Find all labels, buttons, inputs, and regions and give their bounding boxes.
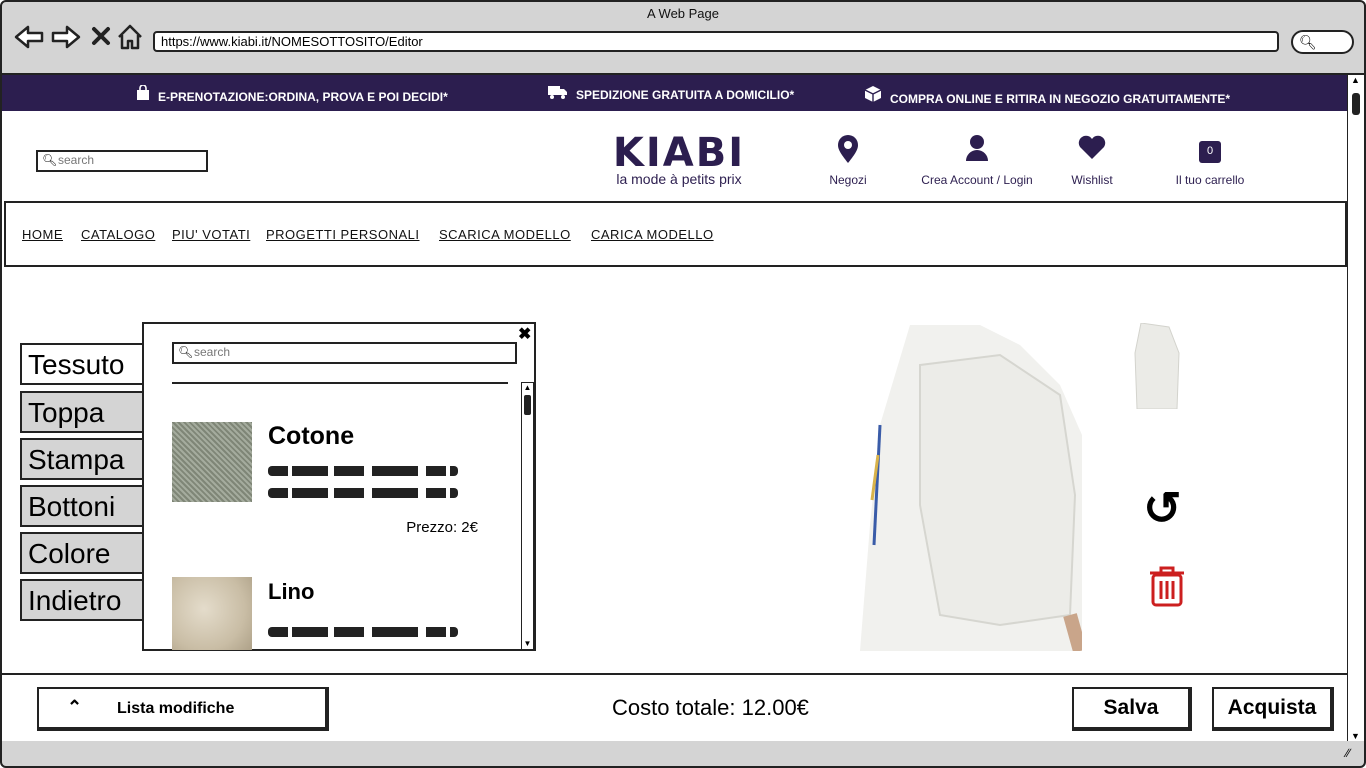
tab-toppa[interactable]: Toppa [20,391,148,433]
menu-carica-modello[interactable]: CARICA MODELLO [591,227,714,242]
fabric-name: Cotone [268,422,355,450]
tab-tessuto[interactable]: Tessuto [20,343,148,385]
cotone-swatch-image [172,422,252,502]
user-icon [966,135,988,161]
garment-thumbnail[interactable] [1133,323,1181,409]
menu-piu-votati[interactable]: PIU' VOTATI [172,227,250,242]
search-placeholder: search [58,153,95,167]
tab-colore[interactable]: Colore [20,532,148,574]
home-icon[interactable] [116,23,144,51]
search-icon: 🔍︎ [1299,34,1317,50]
cart-count: 0 [1206,145,1214,157]
heart-icon [1078,135,1106,159]
menu-progetti-personali[interactable]: PROGETTI PERSONALI [266,227,419,242]
fabric-panel: ✖ 🔍︎ search Cotone Prezzo: 2€ Lino ▲ ▼ [142,322,536,651]
scroll-thumb[interactable] [1352,93,1360,115]
truck-icon [548,86,567,99]
package-icon [864,86,882,102]
promo-text: E-PRENOTAZIONE:ORDINA, PROVA E POI DECID… [158,90,448,104]
promo-bar: E-PRENOTAZIONE:ORDINA, PROVA E POI DECID… [2,75,1347,111]
lino-swatch-image [172,577,252,650]
forward-arrow-icon[interactable] [51,24,81,50]
fabric-item-cotone[interactable]: Cotone Prezzo: 2€ [172,422,502,552]
window-title: A Web Page [646,6,720,21]
main-menu: HOME CATALOGO PIU' VOTATI PROGETTI PERSO… [4,201,1347,267]
promo-item-prenotazione[interactable]: E-PRENOTAZIONE:ORDINA, PROVA E POI DECID… [136,85,448,104]
chevron-up-icon: ⌃ [67,697,83,717]
promo-text: COMPRA ONLINE E RITIRA IN NEGOZIO GRATUI… [890,92,1230,106]
cart-icon-wrap: 0 [1164,133,1256,173]
tab-bottoni[interactable]: Bottoni [20,485,148,527]
fabric-name: Lino [268,579,315,604]
scroll-up-icon[interactable]: ▲ [1351,75,1360,85]
header-account[interactable]: Crea Account / Login [912,133,1042,187]
promo-item-ritira[interactable]: COMPRA ONLINE E RITIRA IN NEGOZIO GRATUI… [864,85,1230,106]
menu-catalogo[interactable]: CATALOGO [81,227,155,242]
close-icon[interactable]: ✖ [518,324,531,344]
scroll-up-icon[interactable]: ▲ [522,383,533,393]
description-scribble [268,488,458,498]
promo-text: SPEDIZIONE GRATUITA A DOMICILIO* [576,88,795,102]
page-viewport: E-PRENOTAZIONE:ORDINA, PROVA E POI DECID… [2,73,1347,741]
save-button[interactable]: Salva [1072,687,1192,731]
scroll-down-icon[interactable]: ▼ [1351,731,1360,741]
cart-icon: 0 [1199,141,1221,163]
description-scribble [268,466,458,476]
fabric-list: Cotone Prezzo: 2€ Lino [144,384,520,650]
menu-scarica-modello[interactable]: SCARICA MODELLO [439,227,571,242]
fabric-list-scrollbar[interactable]: ▲ ▼ [521,382,534,650]
header-wishlist[interactable]: Wishlist [1060,133,1124,187]
search-placeholder: search [194,345,231,359]
back-arrow-icon[interactable] [14,24,44,50]
browser-search-box[interactable]: 🔍︎ [1291,30,1354,54]
url-bar[interactable]: https://www.kiabi.it/NOMESOTTOSITO/Edito… [153,31,1279,52]
header-label: Wishlist [1071,173,1113,187]
fabric-search-input[interactable]: 🔍︎ search [172,342,517,364]
changes-list-button[interactable]: ⌃ Lista modifiche [37,687,329,731]
header-label: Crea Account / Login [921,173,1033,187]
promo-item-spedizione[interactable]: SPEDIZIONE GRATUITA A DOMICILIO* [548,85,794,102]
header-label: Il tuo carrello [1175,173,1245,187]
header-label: Negozi [829,173,867,187]
buy-button[interactable]: Acquista [1212,687,1334,731]
changes-list-label: Lista modifiche [117,700,235,717]
search-icon: 🔍︎ [178,345,194,359]
search-icon: 🔍︎ [42,153,58,167]
map-pin-icon [838,135,858,163]
trash-icon[interactable] [1149,565,1185,607]
tab-indietro[interactable]: Indietro [20,579,148,621]
resize-grip-icon[interactable]: ∕∕ [1346,746,1350,760]
close-x-icon[interactable] [91,26,111,46]
logo-word: KIABI [612,130,746,176]
tab-stampa[interactable]: Stampa [20,438,148,480]
header-negozi[interactable]: Negozi [818,133,878,187]
bottom-bar: ⌃ Lista modifiche Costo totale: 12.00€ S… [2,673,1347,741]
scroll-thumb[interactable] [524,395,531,415]
undo-icon[interactable]: ↺ [1143,485,1182,531]
scroll-down-icon[interactable]: ▼ [522,639,533,649]
shopping-bag-icon [137,85,149,100]
kiabi-logo[interactable]: KIABI la mode à petits prix [599,133,759,187]
logo-tagline: la mode à petits prix [616,171,742,187]
fabric-price: Prezzo: 2€ [406,519,478,536]
total-cost: Costo totale: 12.00€ [612,695,809,720]
page-scrollbar[interactable]: ▲ ▼ [1347,73,1364,741]
description-scribble [268,627,458,637]
site-search-input[interactable]: 🔍︎ search [36,150,208,172]
menu-home[interactable]: HOME [22,227,63,242]
header-cart[interactable]: 0 Il tuo carrello [1164,133,1256,187]
fabric-item-lino[interactable]: Lino [172,577,502,650]
description-scribble [268,649,458,650]
garment-preview-image [860,325,1082,651]
